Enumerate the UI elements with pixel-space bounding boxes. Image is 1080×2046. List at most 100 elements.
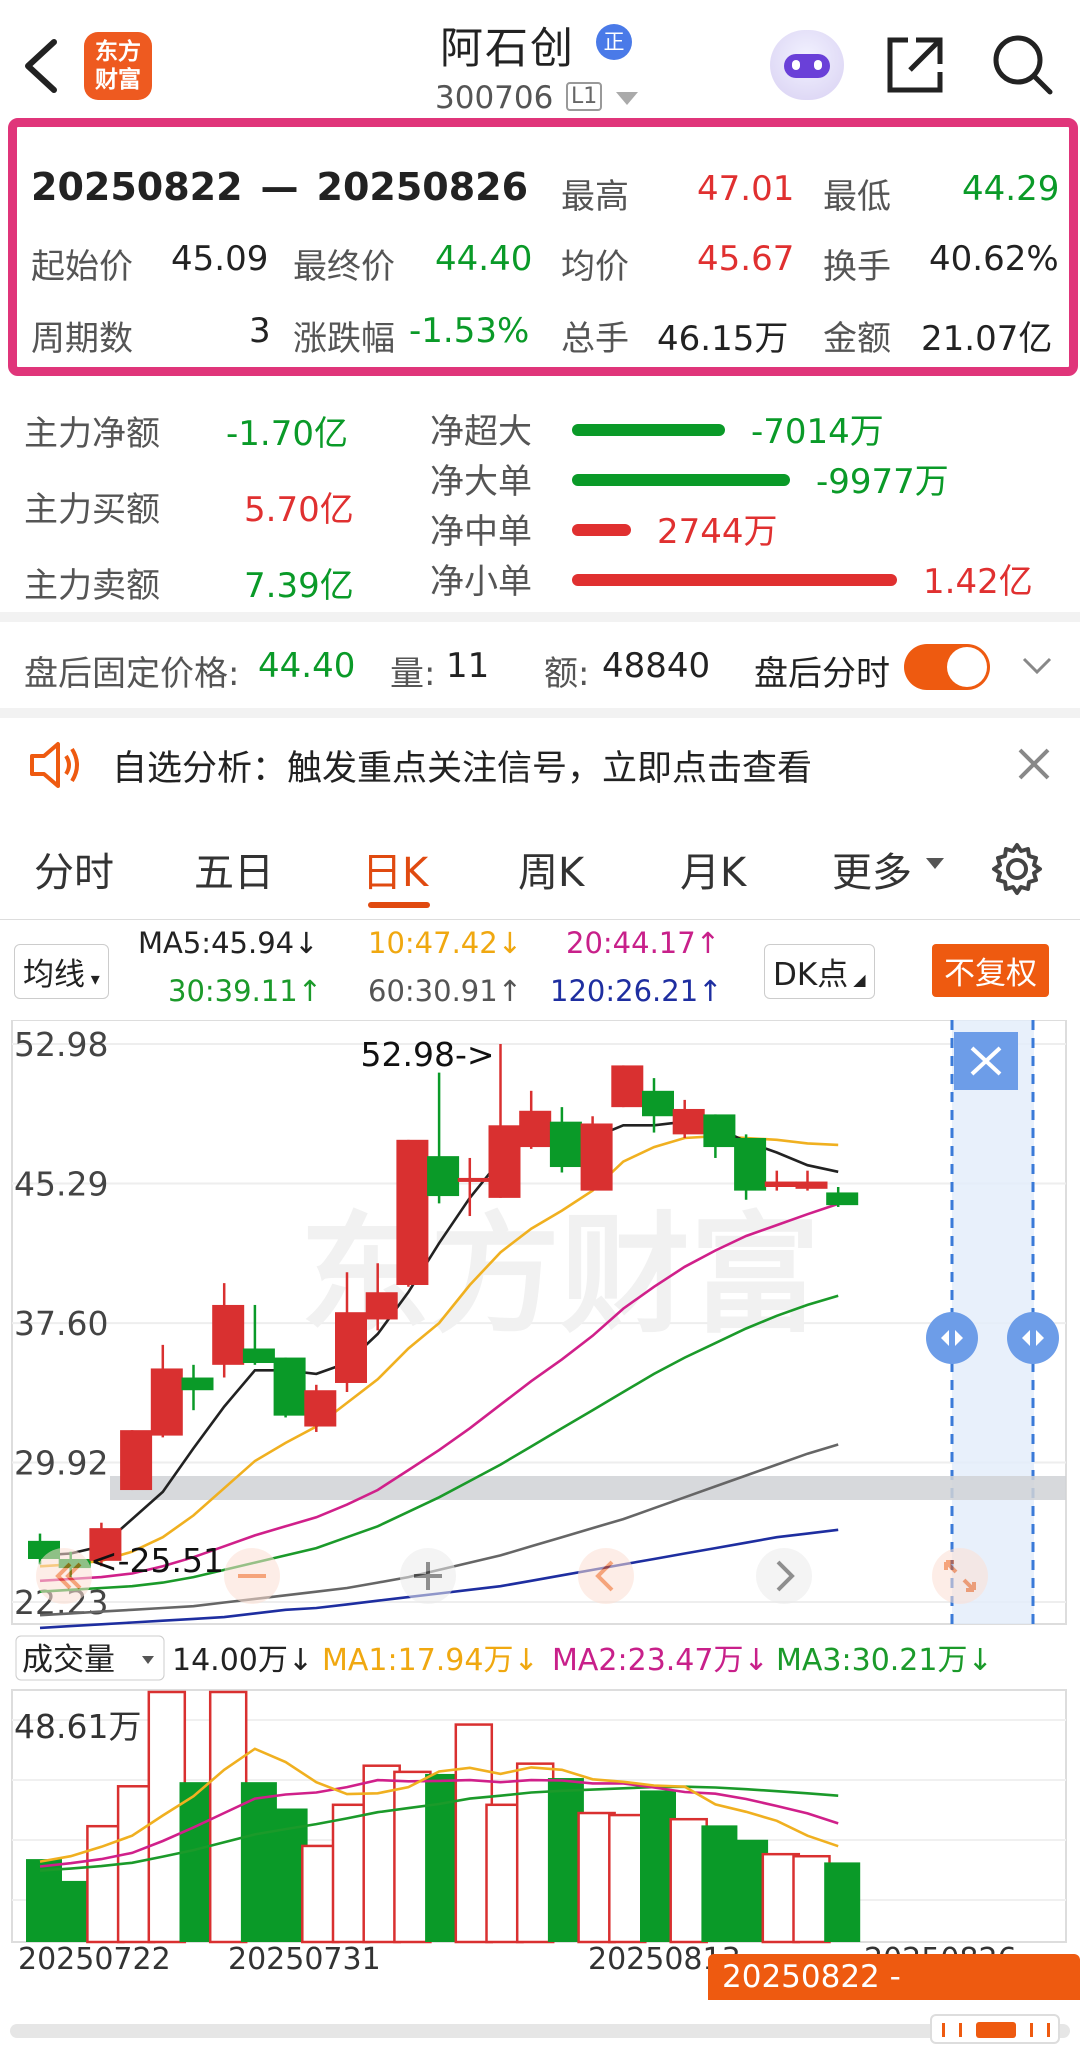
app-header: 东方财富 阿石创 正 300706 L1 (0, 0, 1080, 118)
after-hours-vol: 11 (446, 646, 490, 686)
capital-flow-panel: 主力净额 -1.70亿 主力买额 5.70亿 主力卖额 7.39亿 净超大 -70… (0, 392, 1080, 612)
volume-ma1: MA1:17.94万↓ (322, 1643, 539, 1678)
candle-body (304, 1390, 337, 1427)
main-net-label: 主力净额 (24, 414, 160, 454)
speaker-icon (30, 742, 79, 788)
tab-weekly-k[interactable]: 周K (518, 840, 584, 898)
after-hours-amt: 48840 (602, 646, 711, 686)
range-date-badge: 20250822 - 20250826 (708, 1954, 1080, 2041)
ma5-value: MA5:45.94↓ (138, 926, 319, 960)
candle-body (335, 1312, 367, 1383)
candle-body (457, 1177, 490, 1182)
tab-more[interactable]: 更多 (832, 840, 912, 898)
scrollbar-thumb[interactable] (930, 2014, 1060, 2044)
candle-body (488, 1125, 521, 1198)
date-label-1: 20250722 (18, 1942, 171, 1977)
share-icon[interactable] (884, 34, 946, 96)
next-button[interactable] (756, 1548, 812, 1604)
dropdown-caret-icon[interactable] (616, 92, 638, 108)
price-tick: 29.92 (14, 1443, 108, 1482)
tab-daily-k[interactable]: 日K (362, 840, 428, 898)
more-caret-icon (926, 858, 944, 869)
open-value: 45.09 (171, 239, 269, 279)
chart-tabs: 分时 五日 日K 周K 月K 更多 (0, 812, 1080, 920)
volume-current: 14.00万↓ (172, 1643, 313, 1678)
high-value: 47.01 (697, 169, 795, 209)
candle-body (427, 1156, 460, 1197)
candle-body (642, 1090, 674, 1117)
divider (0, 612, 1080, 622)
robot-avatar-icon[interactable] (770, 30, 844, 100)
expand-chevron-icon[interactable] (1022, 656, 1052, 676)
ma10-value: 10:47.42↓ (368, 926, 522, 960)
main-buy-label: 主力买额 (24, 490, 160, 530)
range-start: 20250822 (31, 165, 243, 209)
flow-bar (572, 574, 897, 586)
low-label: 最低 (823, 177, 891, 217)
kline-chart[interactable]: 东方财富 52.9845.2937.6029.9222.23 52.98-> <… (0, 1020, 1080, 1980)
low-marker: <-25.51 (90, 1541, 224, 1580)
amount-value: 21.07亿 (921, 319, 1053, 359)
after-hours-price-label: 盘后固定价格: (24, 654, 240, 694)
range-end: 20250826 (316, 165, 529, 209)
high-label: 最高 (561, 177, 629, 217)
dk-points-button[interactable]: DK点 ◢ (764, 944, 875, 999)
range-left-handle-icon[interactable] (926, 1312, 978, 1364)
ma-selector[interactable]: 均线 ▾ (14, 944, 109, 999)
candle-body (580, 1123, 613, 1191)
flow-label: 净中单 (430, 512, 532, 552)
candle-body (365, 1292, 398, 1320)
search-icon[interactable] (990, 32, 1054, 96)
tab-intraday[interactable]: 分时 (34, 840, 114, 898)
range-right-handle-icon[interactable] (1007, 1312, 1059, 1364)
candle-body (764, 1181, 797, 1187)
candle-body (519, 1110, 552, 1148)
stock-name: 阿石创 (440, 24, 575, 74)
candle-body (150, 1368, 183, 1436)
notice-bar[interactable]: 自选分析：触发重点关注信号，立即点击查看 (0, 718, 1080, 810)
range-summary-panel: 20250822 — 20250826 最高 47.01 最低 44.29 起始… (8, 118, 1078, 376)
close-icon[interactable] (1016, 746, 1052, 782)
date-label-2: 20250731 (228, 1942, 381, 1977)
candle-body (273, 1357, 306, 1416)
divider (0, 708, 1080, 718)
fullscreen-button[interactable] (932, 1548, 988, 1604)
periods-value: 3 (249, 311, 271, 351)
tab-monthly-k[interactable]: 月K (680, 840, 746, 898)
prev-button[interactable] (578, 1548, 634, 1604)
chart-scrollbar[interactable] (10, 2024, 1070, 2038)
flow-label: 净超大 (430, 412, 532, 452)
main-buy-value: 5.70亿 (244, 490, 354, 530)
flow-label: 净小单 (430, 562, 532, 602)
candle-body (212, 1304, 245, 1365)
periods-label: 周期数 (31, 319, 133, 359)
close-value: 44.40 (435, 239, 533, 279)
flow-bar (572, 474, 790, 486)
flow-value: -9977万 (816, 462, 949, 502)
price-tick: 37.60 (14, 1304, 108, 1343)
avg-label: 均价 (561, 247, 629, 287)
volume-selector-label: 成交量 (22, 1642, 115, 1678)
verified-badge: 正 (596, 24, 632, 60)
main-sell-label: 主力卖额 (24, 566, 160, 606)
fast-back-button[interactable] (36, 1548, 92, 1604)
volume-bars (26, 1690, 861, 1944)
low-value: 44.29 (962, 169, 1060, 209)
ma30-value: 30:39.11↑ (168, 974, 322, 1008)
volume-ma3: MA3:30.21万↓ (776, 1643, 993, 1678)
settings-gear-icon[interactable] (990, 842, 1044, 896)
volume-bar (608, 1813, 647, 1944)
active-tab-indicator (368, 902, 430, 908)
price-tick: 52.98 (14, 1025, 108, 1064)
tab-five-day[interactable]: 五日 (194, 840, 274, 898)
adjust-button[interactable]: 不复权 (932, 944, 1049, 997)
amount-label: 金额 (823, 319, 891, 359)
back-arrow-icon[interactable] (20, 38, 60, 94)
price-tick: 45.29 (14, 1165, 108, 1204)
candle-body (120, 1430, 153, 1491)
market-tag: L1 (566, 82, 603, 111)
after-hours-toggle-label: 盘后分时 (754, 654, 890, 694)
after-hours-toggle[interactable] (904, 644, 990, 690)
after-hours-row: 盘后固定价格: 44.40 量: 11 额: 48840 盘后分时 (0, 622, 1080, 708)
flow-bar (572, 424, 725, 436)
